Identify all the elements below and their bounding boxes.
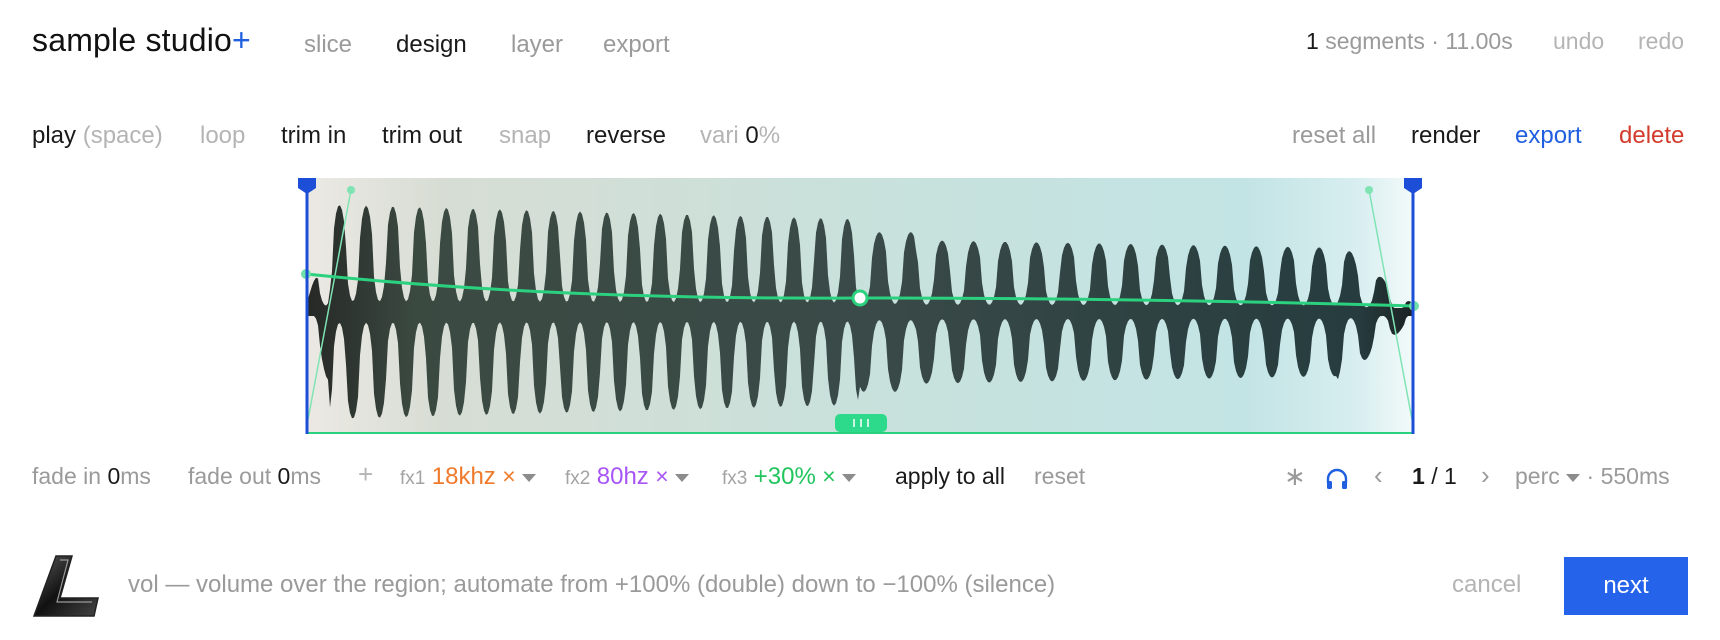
loop-toggle[interactable]: loop xyxy=(200,122,245,150)
app-logo-icon xyxy=(30,552,102,627)
segments-text: segments · 11.00s xyxy=(1325,28,1513,54)
page-separator: / xyxy=(1431,463,1438,489)
vari-label: vari xyxy=(700,122,739,149)
headphones-icon[interactable] xyxy=(1325,468,1349,495)
trim-out-button[interactable]: trim out xyxy=(382,122,462,150)
tab-export[interactable]: export xyxy=(603,31,670,59)
fade-out-label: fade out xyxy=(188,463,272,489)
fade-out-value[interactable]: 0 xyxy=(278,463,291,489)
apply-to-all-button[interactable]: apply to all xyxy=(895,463,1005,490)
fade-in-value[interactable]: 0 xyxy=(107,463,120,489)
vari-value[interactable]: 0 xyxy=(745,122,758,149)
page-current: 1 xyxy=(1412,463,1425,489)
fade-out-handle[interactable] xyxy=(1365,186,1373,194)
duration-value: · 550ms xyxy=(1586,463,1670,489)
delete-button[interactable]: delete xyxy=(1619,122,1684,150)
tool-hint: vol — volume over the region; automate f… xyxy=(128,571,1056,598)
envelope-point-mid[interactable] xyxy=(851,289,869,307)
brand-plus: + xyxy=(232,22,251,58)
render-button[interactable]: render xyxy=(1411,122,1480,150)
fx1-value[interactable]: 18khz xyxy=(432,463,496,490)
snap-toggle[interactable]: snap xyxy=(499,122,551,150)
waveform-editor[interactable] xyxy=(298,178,1422,434)
add-effect-button[interactable]: + xyxy=(358,459,373,490)
fx2-value[interactable]: 80hz xyxy=(597,463,649,490)
tab-slice[interactable]: slice xyxy=(304,31,352,59)
fx3-value[interactable]: +30% xyxy=(754,463,816,490)
segments-count: 1 xyxy=(1306,28,1319,54)
play-button[interactable]: play (space) xyxy=(32,122,163,150)
next-button[interactable]: next xyxy=(1564,557,1688,615)
export-button[interactable]: export xyxy=(1515,122,1582,150)
fx2-dropdown-icon[interactable] xyxy=(675,473,690,482)
page-indicator: 1 / 1 xyxy=(1412,463,1457,490)
redo-button[interactable]: redo xyxy=(1638,28,1684,55)
vari-control[interactable]: vari 0% xyxy=(700,122,780,150)
fx1-dropdown-icon[interactable] xyxy=(522,473,537,482)
app-logo-text: sample studio+ xyxy=(32,22,251,59)
undo-button[interactable]: undo xyxy=(1553,28,1604,55)
cancel-button[interactable]: cancel xyxy=(1452,571,1521,599)
segments-status: 1 segments · 11.00s xyxy=(1306,28,1513,55)
play-shortcut: (space) xyxy=(82,122,163,149)
reset-effects-button[interactable]: reset xyxy=(1034,463,1085,490)
fade-in-control[interactable]: fade in 0ms xyxy=(32,463,151,490)
trim-in-button[interactable]: trim in xyxy=(281,122,346,150)
reset-all-button[interactable]: reset all xyxy=(1292,122,1376,150)
mode-select[interactable]: perc · 550ms xyxy=(1515,463,1670,490)
tab-layer[interactable]: layer xyxy=(511,31,563,59)
fx1-label: fx1 xyxy=(400,468,426,489)
fx1-remove-icon[interactable]: × xyxy=(502,463,515,489)
brand-name: sample studio xyxy=(32,22,233,58)
fx1-slot[interactable]: fx1 18khz × xyxy=(400,463,537,491)
fx3-label: fx3 xyxy=(722,468,748,489)
vari-unit: % xyxy=(758,122,781,149)
fx2-label: fx2 xyxy=(565,468,591,489)
fx3-dropdown-icon[interactable] xyxy=(842,473,857,482)
prev-page-icon[interactable]: ‹ xyxy=(1374,460,1383,491)
fade-out-unit: ms xyxy=(290,463,321,489)
fx3-slot[interactable]: fx3 +30% × xyxy=(722,463,857,491)
page-total: 1 xyxy=(1443,463,1457,489)
fx2-remove-icon[interactable]: × xyxy=(655,463,668,489)
next-page-icon[interactable]: › xyxy=(1481,460,1490,491)
fx2-slot[interactable]: fx2 80hz × xyxy=(565,463,690,491)
waveform-canvas[interactable] xyxy=(298,178,1422,434)
fade-out-control[interactable]: fade out 0ms xyxy=(188,463,321,490)
mode-value: perc xyxy=(1515,463,1560,489)
asterisk-icon[interactable]: ∗ xyxy=(1284,461,1306,492)
fade-in-unit: ms xyxy=(120,463,151,489)
fade-in-handle[interactable] xyxy=(347,186,355,194)
fx3-remove-icon[interactable]: × xyxy=(822,463,835,489)
mode-dropdown-icon[interactable] xyxy=(1566,473,1581,482)
tab-design[interactable]: design xyxy=(396,31,467,59)
fade-in-label: fade in xyxy=(32,463,102,489)
play-label: play xyxy=(32,122,77,149)
reverse-button[interactable]: reverse xyxy=(586,122,666,150)
